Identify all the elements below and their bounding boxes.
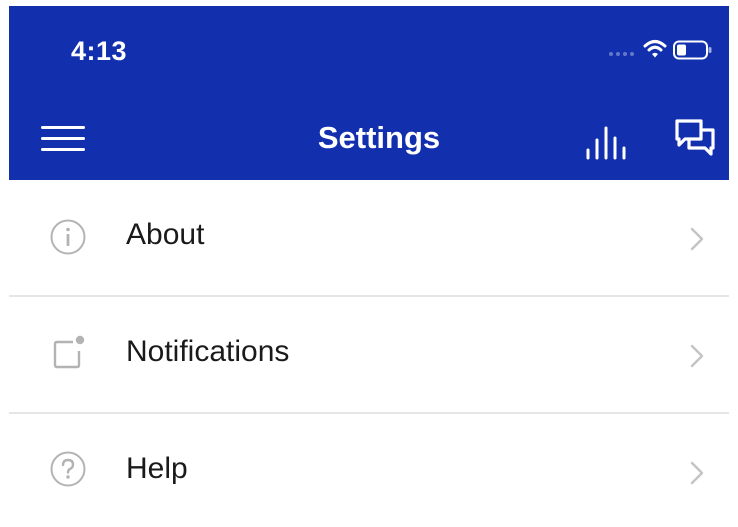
signal-dots-icon [609, 52, 639, 58]
settings-item-label: Help [126, 452, 188, 485]
status-indicators [609, 38, 717, 62]
settings-item-help[interactable]: Help [9, 414, 729, 521]
status-time: 4:13 [71, 36, 128, 66]
chevron-right-icon [690, 227, 704, 251]
navigation-bar: Settings [9, 106, 729, 168]
battery-icon [673, 40, 712, 60]
settings-item-notifications[interactable]: Notifications [9, 297, 729, 414]
chat-bubbles-icon[interactable] [673, 118, 717, 160]
question-icon [50, 451, 86, 487]
wifi-icon [643, 40, 667, 58]
bar-chart-icon[interactable] [585, 120, 631, 160]
settings-item-label: About [126, 218, 205, 251]
settings-list: About Notifications Help [9, 180, 729, 521]
notification-badge-icon [53, 335, 85, 369]
info-icon [50, 219, 86, 255]
app-header: 4:13 Settings [9, 6, 729, 180]
settings-item-label: Notifications [126, 335, 290, 368]
chevron-right-icon [690, 461, 704, 485]
chevron-right-icon [690, 344, 704, 368]
app-screen: 4:13 Settings About Notifications Help [9, 6, 729, 521]
settings-item-about[interactable]: About [9, 180, 729, 297]
